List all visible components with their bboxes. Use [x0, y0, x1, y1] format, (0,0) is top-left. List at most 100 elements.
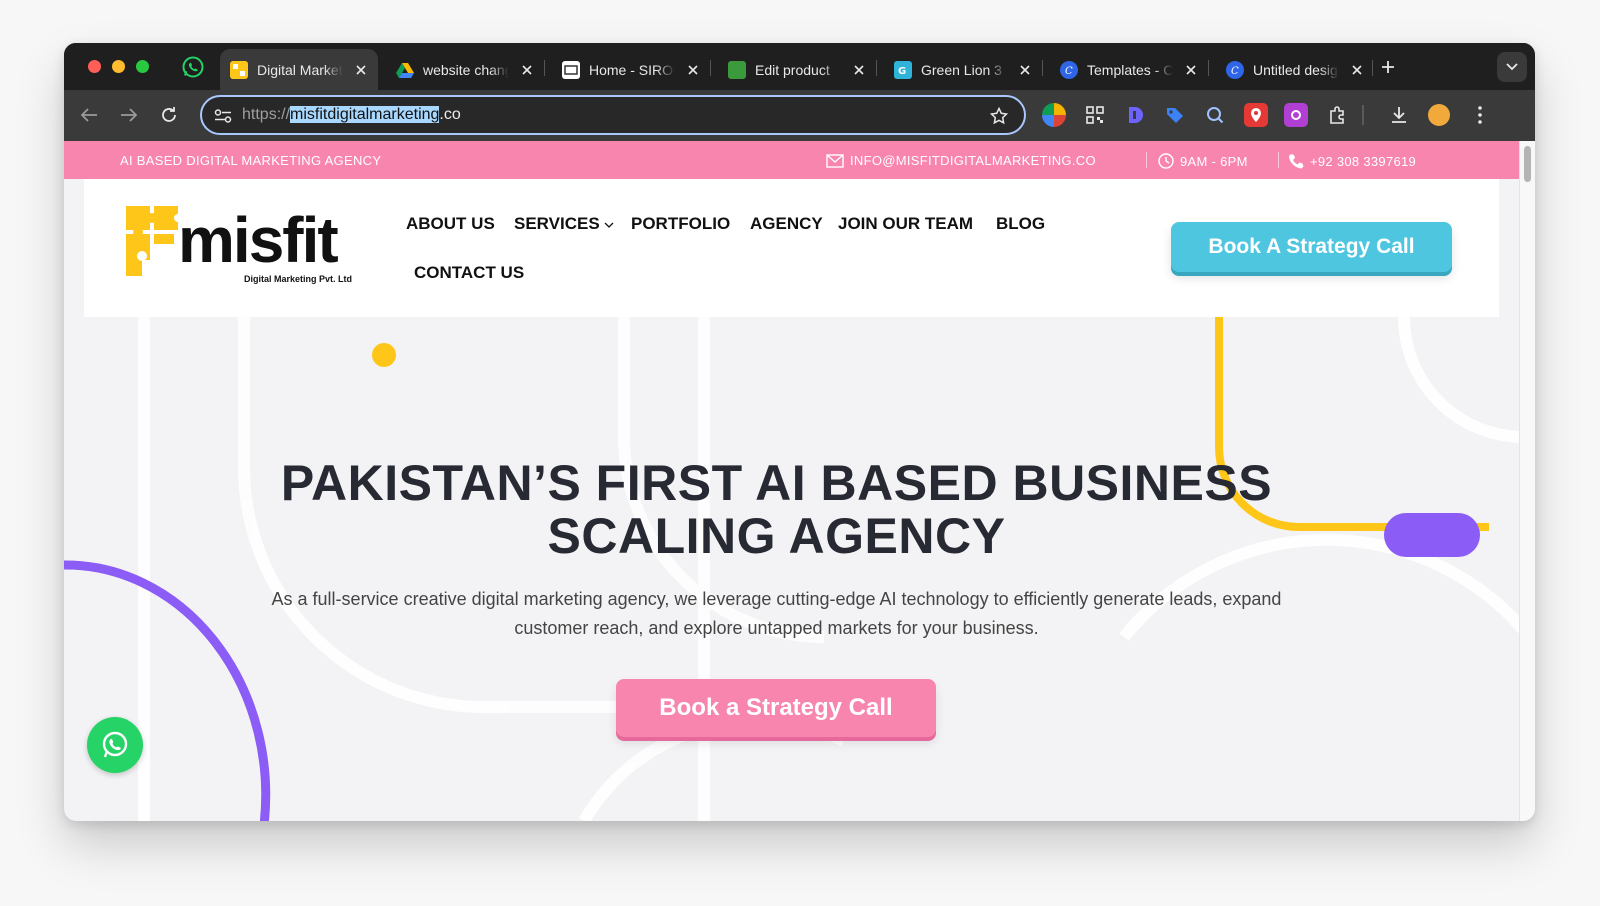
browser-toolbar: https://misfitdigitalmarketing.co [64, 90, 1535, 141]
topbar-phone[interactable]: +92 308 3397619 [1288, 153, 1416, 169]
contact-info-bar: AI BASED DIGITAL MARKETING AGENCY INFO@M… [64, 141, 1519, 179]
address-bar[interactable]: https://misfitdigitalmarketing.co [200, 95, 1026, 135]
close-icon[interactable] [353, 62, 368, 78]
phone-icon [1289, 154, 1304, 169]
tab-untitled-design[interactable]: C Untitled design [1216, 49, 1374, 90]
svg-text:C: C [1231, 66, 1239, 76]
toolbar-separator [1362, 105, 1364, 125]
reload-button[interactable] [156, 102, 182, 128]
tab-green-lion[interactable]: G Green Lion 3 [884, 49, 1042, 90]
nav-about-us[interactable]: ABOUT US [406, 214, 495, 234]
close-icon[interactable] [1349, 62, 1364, 78]
extension-qr-code-icon[interactable] [1083, 103, 1107, 127]
green-product-favicon-icon [728, 60, 746, 79]
google-drive-icon [396, 61, 414, 79]
logo-wordmark: misfit [178, 204, 339, 276]
back-button[interactable] [76, 102, 102, 128]
hero-heading: PAKISTAN’S FIRST AI BASED BUSINESS SCALI… [64, 457, 1489, 563]
topbar-hours: 9AM - 6PM [1158, 153, 1248, 169]
nav-agency[interactable]: AGENCY [750, 214, 823, 234]
browser-window: Digital Marketing Agency website changes… [64, 43, 1535, 821]
extension-tag-icon[interactable] [1163, 103, 1187, 127]
extension-purple-icon[interactable] [1284, 103, 1308, 127]
tab-website-changes[interactable]: website changes [386, 49, 544, 90]
hero-heading-line-1: PAKISTAN’S FIRST AI BASED BUSINESS [280, 455, 1273, 511]
phone-text: +92 308 3397619 [1310, 153, 1417, 169]
bookmark-star-icon[interactable] [988, 105, 1010, 127]
url-scheme: https:// [242, 106, 291, 123]
close-icon[interactable] [851, 62, 866, 78]
site-settings-icon[interactable] [212, 105, 234, 127]
agency-tagline: AI BASED DIGITAL MARKETING AGENCY [120, 153, 382, 168]
chevron-down-icon [604, 222, 614, 228]
hero-section: PAKISTAN’S FIRST AI BASED BUSINESS SCALI… [64, 317, 1519, 821]
whatsapp-pinned-tab-icon[interactable] [182, 56, 204, 78]
topbar-email[interactable]: INFO@MISFITDIGITALMARKETING.CO [826, 153, 1096, 168]
page-scrollbar[interactable] [1519, 141, 1535, 821]
logo-subtitle: Digital Marketing Pvt. Ltd [244, 274, 353, 284]
hero-description: As a full-service creative digital marke… [271, 589, 1282, 638]
new-tab-button[interactable] [1376, 55, 1400, 79]
maximize-window-button[interactable] [136, 60, 149, 73]
extension-color-picker-icon[interactable] [1042, 103, 1066, 127]
svg-text:C: C [1065, 66, 1073, 76]
scrollbar-thumb[interactable] [1524, 146, 1531, 182]
nav-services-label: SERVICES [514, 214, 600, 233]
clock-icon [1158, 153, 1174, 169]
tab-title: website changes [423, 61, 510, 78]
close-icon[interactable] [685, 62, 700, 78]
mail-icon [826, 153, 844, 168]
whatsapp-chat-button[interactable] [87, 717, 143, 773]
more-menu-icon[interactable] [1468, 103, 1492, 127]
canva-icon: C [1060, 60, 1078, 79]
canva-icon: C [1226, 60, 1244, 79]
tab-digital-marketing[interactable]: Digital Marketing Agency [220, 49, 378, 90]
reload-icon [162, 107, 176, 122]
tab-separator [876, 60, 877, 76]
green-lion-favicon-icon: G [894, 60, 912, 79]
tab-templates-canva[interactable]: C Templates - Canva [1050, 49, 1208, 90]
url-text[interactable]: https://misfitdigitalmarketing.co [242, 106, 461, 124]
tab-separator [1042, 60, 1043, 76]
topbar-divider [1278, 152, 1279, 168]
page-viewport[interactable]: AI BASED DIGITAL MARKETING AGENCY INFO@M… [64, 141, 1535, 821]
tab-separator [1372, 60, 1373, 76]
tab-strip: Digital Marketing Agency website changes… [64, 43, 1535, 90]
close-icon[interactable] [1183, 62, 1198, 78]
tab-edit-product[interactable]: Edit product [718, 49, 876, 90]
minimize-window-button[interactable] [112, 60, 125, 73]
svg-text:G: G [898, 66, 906, 76]
tab-title: Templates - Canva [1087, 61, 1174, 78]
hero-heading-line-2: SCALING AGENCY [547, 508, 1006, 564]
puzzle-logo-icon [126, 206, 182, 276]
forward-button[interactable] [116, 102, 142, 128]
url-tld: .co [439, 106, 461, 123]
profile-avatar[interactable] [1428, 104, 1450, 126]
nav-blog[interactable]: BLOG [996, 214, 1045, 234]
siro-favicon-icon [562, 60, 580, 79]
download-icon[interactable] [1387, 103, 1411, 127]
nav-services[interactable]: SERVICES [514, 214, 614, 234]
close-icon[interactable] [1017, 62, 1032, 78]
email-text: INFO@MISFITDIGITALMARKETING.CO [850, 153, 1096, 168]
arrow-left-icon [80, 108, 97, 122]
header-book-strategy-call-button[interactable]: Book A Strategy Call [1171, 222, 1452, 272]
extensions-puzzle-icon[interactable] [1326, 103, 1350, 127]
tab-separator [1208, 60, 1209, 76]
nav-contact-us[interactable]: CONTACT US [414, 263, 524, 283]
close-window-button[interactable] [88, 60, 101, 73]
hero-decorations [64, 317, 1519, 821]
misfit-logo[interactable]: misfit Digital Marketing Pvt. Ltd [126, 202, 366, 294]
chevron-down-icon [1506, 63, 1518, 71]
url-selected-domain: misfitdigitalmarketing [290, 106, 440, 123]
hero-book-strategy-call-button[interactable]: Book a Strategy Call [616, 679, 936, 737]
whatsapp-icon [102, 731, 128, 758]
nav-portfolio[interactable]: PORTFOLIO [631, 214, 730, 234]
extension-search-icon[interactable] [1203, 103, 1227, 127]
tab-home-siro[interactable]: Home - SIROCCO [552, 49, 710, 90]
tab-search-button[interactable] [1497, 52, 1527, 82]
close-icon[interactable] [519, 62, 534, 78]
extension-location-pin-icon[interactable] [1244, 103, 1268, 127]
nav-join-our-team[interactable]: JOIN OUR TEAM [838, 214, 973, 234]
extension-d-icon[interactable] [1123, 103, 1147, 127]
